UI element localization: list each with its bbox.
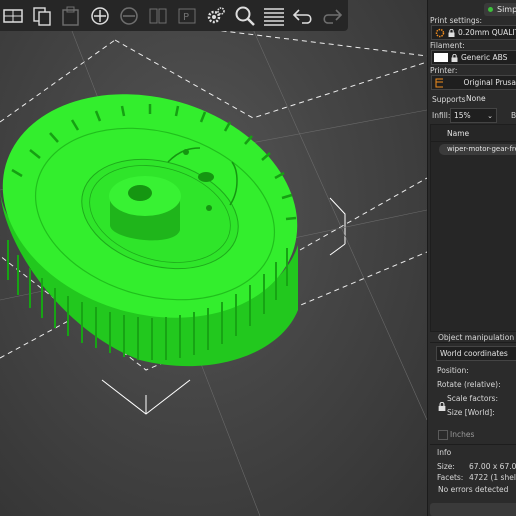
brim-label: Bi xyxy=(511,111,516,120)
supports-label: Supports: xyxy=(432,95,469,104)
scale-lock-icon[interactable] xyxy=(438,402,446,411)
divider xyxy=(430,444,516,445)
info-size-label: Size: xyxy=(437,462,455,471)
printer-label: Printer: xyxy=(430,66,458,75)
rotate-label: Rotate (relative): xyxy=(437,380,501,389)
redo-icon[interactable] xyxy=(319,3,345,29)
position-label: Position: xyxy=(437,366,469,375)
paste-icon[interactable] xyxy=(58,3,84,29)
scale-label: Scale factors: xyxy=(447,394,498,403)
lock-icon xyxy=(448,28,455,37)
settings-icon[interactable] xyxy=(203,3,229,29)
printer-icon xyxy=(435,78,444,87)
chevron-down-icon: ⌄ xyxy=(487,111,493,120)
infill-combo[interactable]: 15% ⌄ xyxy=(450,108,497,123)
add-icon[interactable] xyxy=(0,3,26,29)
slice-button[interactable] xyxy=(430,503,516,516)
split-parts-icon[interactable]: P xyxy=(174,3,200,29)
gear-model xyxy=(0,94,298,367)
print-settings-combo[interactable]: 0.20mm QUALITY xyxy=(431,25,516,40)
infill-label: Infill: xyxy=(432,111,451,120)
info-size-value: 67.00 x 67.00 x xyxy=(469,462,516,471)
mode-tab-simple[interactable]: Simple xyxy=(484,3,516,16)
object-manipulation-title: Object manipulation xyxy=(438,333,515,342)
add-instance-icon[interactable] xyxy=(87,3,113,29)
split-objects-icon[interactable] xyxy=(145,3,171,29)
info-facets-value: 4722 (1 shell) xyxy=(469,473,516,482)
inches-label: Inches xyxy=(450,430,475,439)
undo-icon[interactable] xyxy=(290,3,316,29)
svg-text:P: P xyxy=(183,12,189,23)
layers-icon[interactable] xyxy=(261,3,287,29)
info-facets-label: Facets: xyxy=(437,473,464,482)
object-row[interactable]: wiper-motor-gear-free xyxy=(439,144,516,155)
size-label: Size [World]: xyxy=(447,408,495,417)
filament-color-swatch[interactable] xyxy=(434,53,448,62)
3d-viewport[interactable]: P xyxy=(0,0,427,516)
coordinates-combo[interactable]: World coordinates xyxy=(436,346,516,361)
object-list[interactable]: Name wiper-motor-gear-free xyxy=(430,124,516,332)
right-sidebar: Simple Print settings: 0.20mm QUALITY Fi… xyxy=(427,0,516,516)
lock-icon xyxy=(451,53,458,62)
info-errors: No errors detected xyxy=(438,485,509,494)
filament-combo[interactable]: Generic ABS xyxy=(431,50,516,65)
supports-combo[interactable]: None xyxy=(466,92,516,105)
info-title: Info xyxy=(437,448,452,457)
divider xyxy=(430,342,516,343)
top-toolbar: P xyxy=(0,0,348,31)
search-icon[interactable] xyxy=(232,3,258,29)
print-settings-icon xyxy=(435,28,445,37)
build-plate-scene[interactable] xyxy=(0,0,427,516)
inches-checkbox[interactable] xyxy=(438,430,448,440)
object-list-header[interactable]: Name xyxy=(431,125,516,142)
print-settings-label: Print settings: xyxy=(430,16,483,25)
mode-indicator-icon xyxy=(488,7,493,12)
filament-label: Filament: xyxy=(430,41,465,50)
copy-icon[interactable] xyxy=(29,3,55,29)
remove-instance-icon[interactable] xyxy=(116,3,142,29)
printer-combo[interactable]: Original Prusa MI xyxy=(431,75,516,90)
